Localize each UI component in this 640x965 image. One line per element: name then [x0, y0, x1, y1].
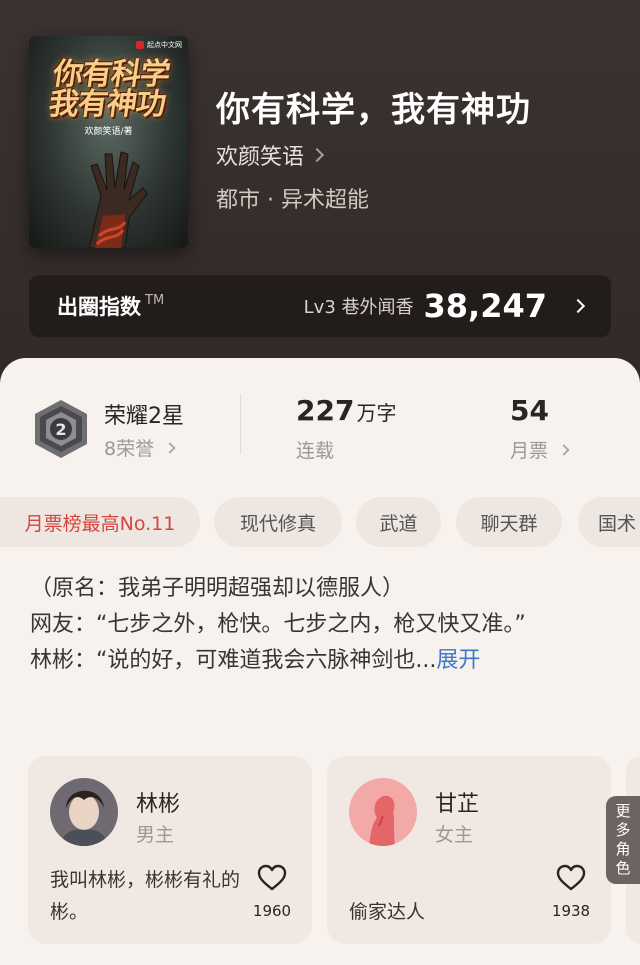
book-cover[interactable]: 起点中文网 你有科学 我有神功 欢颜笑语/著: [29, 36, 188, 248]
chevron-right-icon: [558, 443, 570, 456]
book-detail-card: 2 荣耀2星 8荣誉 227 万字 连载 54 月票 月票榜最高No.11 现代修…: [0, 358, 640, 965]
publisher-badge: 起点中文网: [136, 40, 182, 50]
chevron-right-icon: [570, 298, 586, 314]
character-description: 我叫林彬，彬彬有礼的彬。: [50, 869, 241, 923]
honor-count-link[interactable]: 8荣誉: [104, 434, 176, 461]
tag-item[interactable]: 武道: [356, 497, 441, 547]
word-count-unit: 万字: [356, 401, 397, 425]
book-title: 你有科学，我有神功: [216, 90, 531, 130]
stats-divider: [240, 394, 241, 454]
book-genre: 都市 · 异术超能: [216, 188, 369, 213]
heart-icon: [257, 864, 287, 891]
synopsis[interactable]: （原名：我弟子明明超强却以德服人） 网友：“七步之外，枪快。七步之内，枪又快又准…: [30, 571, 610, 679]
tag-item[interactable]: 现代修真: [214, 497, 342, 547]
tag-ranking[interactable]: 月票榜最高No.11: [0, 497, 200, 547]
synopsis-line-text: 林彬：“说的好，可难道我会六脉神剑也...: [30, 648, 437, 673]
circle-index-bar[interactable]: 出圈指数 TM Lv3 巷外闻香 38,247: [29, 275, 611, 337]
character-avatar: [349, 778, 417, 846]
tag-row: 月票榜最高No.11 现代修真 武道 聊天群 国术: [0, 497, 640, 547]
honor-count: 8荣誉: [104, 438, 155, 460]
serial-status: 连载: [296, 440, 335, 462]
like-button[interactable]: [553, 864, 589, 896]
publisher-name: 起点中文网: [147, 41, 182, 49]
character-avatar: [50, 778, 118, 846]
cover-title-art: 你有科学 我有神功: [46, 57, 172, 122]
character-name: 甘芷: [435, 792, 480, 817]
character-list: 林彬 男主 我叫林彬，彬彬有礼的彬。 1960 甘芷 女主 偷家达人 1938: [0, 756, 640, 946]
like-count: 1960: [252, 902, 292, 920]
cover-hand-illustration: [88, 151, 148, 248]
author-name: 欢颜笑语: [216, 145, 305, 170]
character-role: 男主: [136, 824, 175, 846]
expand-link[interactable]: 展开: [436, 648, 480, 673]
character-card[interactable]: 林彬 男主 我叫林彬，彬彬有礼的彬。 1960: [28, 756, 312, 944]
chevron-right-icon: [164, 441, 176, 454]
author-link[interactable]: 欢颜笑语: [216, 139, 325, 171]
honor-title[interactable]: 荣耀2星: [104, 398, 184, 430]
honor-badge-number: 2: [55, 420, 66, 439]
word-count-number: 227: [296, 394, 355, 427]
trademark-mark: TM: [145, 292, 165, 308]
book-header: 起点中文网 你有科学 我有神功 欢颜笑语/著 你有科学，我有神功 欢颜笑语 都市…: [0, 0, 640, 380]
character-role: 女主: [435, 824, 474, 846]
monthly-tickets-label: 月票: [510, 440, 549, 462]
like-count: 1938: [551, 902, 591, 920]
heart-icon: [556, 864, 586, 891]
circle-index-label: 出圈指数: [57, 295, 141, 319]
character-name: 林彬: [136, 792, 181, 817]
character-card[interactable]: 甘芷 女主 偷家达人 1938: [327, 756, 611, 944]
monthly-tickets-link[interactable]: 月票: [510, 436, 570, 463]
synopsis-line: （原名：我弟子明明超强却以德服人）: [30, 576, 405, 601]
tag-item[interactable]: 聊天群: [456, 497, 562, 547]
character-description: 偷家达人: [349, 901, 426, 923]
more-characters-button[interactable]: 更多角色: [606, 796, 640, 884]
publisher-logo-icon: [136, 41, 144, 49]
honor-badge-icon[interactable]: 2: [32, 398, 90, 460]
circle-index-level: Lv3 巷外闻香: [303, 297, 414, 318]
circle-index-score: 38,247: [423, 287, 547, 325]
synopsis-line: 网友：“七步之外，枪快。七步之内，枪又快又准。”: [30, 612, 526, 637]
word-count: 227 万字: [296, 394, 396, 427]
stats-row: 2 荣耀2星 8荣誉 227 万字 连载 54 月票: [0, 358, 640, 478]
tag-item[interactable]: 国术: [578, 497, 640, 547]
chevron-right-icon: [309, 147, 325, 163]
monthly-tickets-count: 54: [510, 394, 549, 427]
like-button[interactable]: [254, 864, 290, 896]
synopsis-line-last: 林彬：“说的好，可难道我会六脉神剑也...展开: [30, 643, 610, 679]
